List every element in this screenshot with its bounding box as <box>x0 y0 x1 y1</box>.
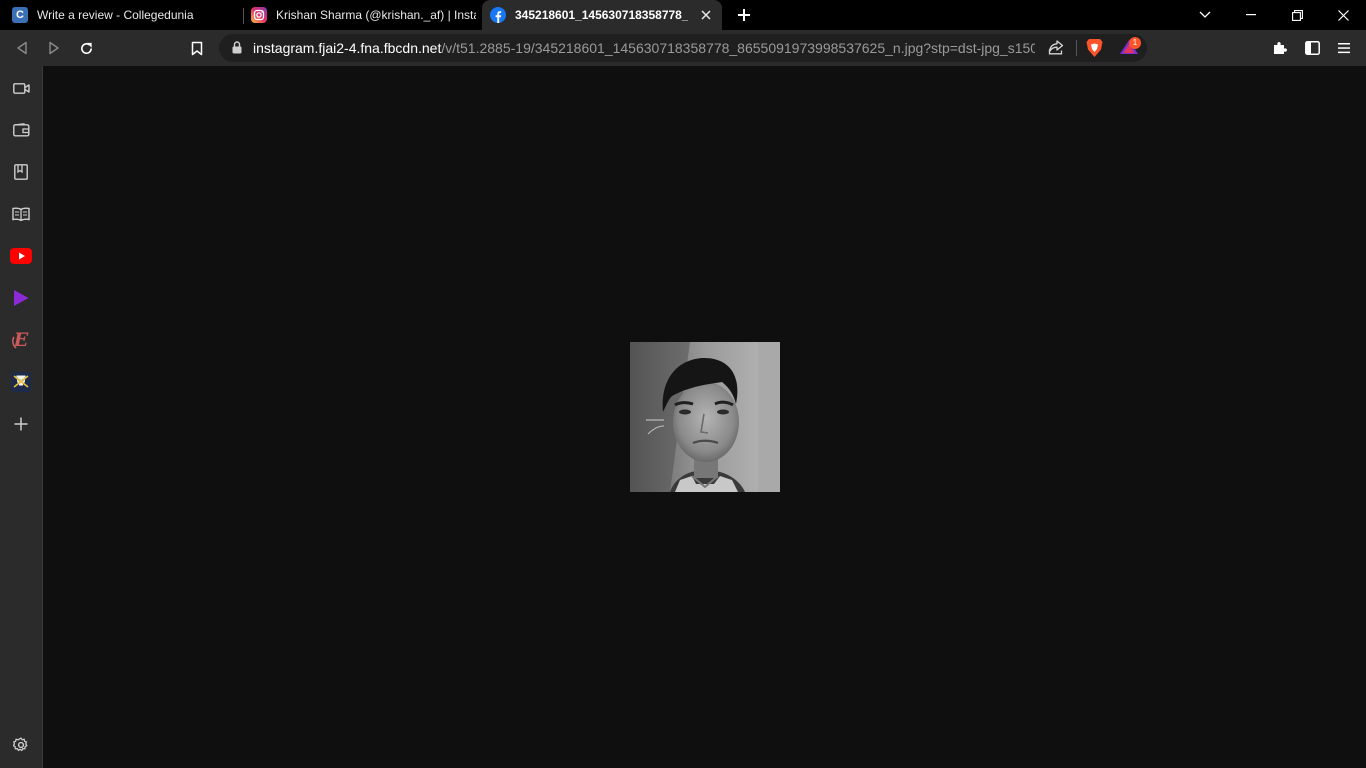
sidebar-item-bookmarks[interactable] <box>9 160 33 184</box>
sidebar-item-wallet[interactable] <box>9 118 33 142</box>
sidebar-toggle-icon[interactable] <box>1300 36 1324 60</box>
sidebar-item-pirate[interactable] <box>9 370 33 394</box>
new-tab-icon[interactable] <box>734 5 754 25</box>
collegedunia-favicon-icon: C <box>12 7 28 23</box>
tab-title: Write a review - Collegedunia <box>37 8 194 22</box>
tab-instagram[interactable]: Krishan Sharma (@krishan._af) | Instagra… <box>244 0 476 30</box>
tab-title: Krishan Sharma (@krishan._af) | Instagra… <box>276 8 476 22</box>
reload-icon[interactable] <box>74 36 98 60</box>
instagram-favicon-icon <box>251 7 267 23</box>
profile-photo[interactable] <box>630 342 780 492</box>
tab-image-active[interactable]: 345218601_145630718358778_86550919739985… <box>482 0 722 30</box>
divider <box>1076 40 1077 56</box>
hamburger-menu-icon[interactable] <box>1332 36 1356 60</box>
sidebar-item-talk[interactable] <box>9 76 33 100</box>
address-bar[interactable]: instagram.fjai2-4.fna.fbcdn.net/v/t51.28… <box>219 34 1147 62</box>
rewards-badge: 1 <box>1129 37 1141 49</box>
url-path: /v/t51.2885-19/345218601_145630718358778… <box>441 40 1035 56</box>
brave-shields-icon[interactable] <box>1086 38 1103 63</box>
sidebar-item-reading-list[interactable] <box>9 202 33 226</box>
tab-strip: C Write a review - Collegedunia Krishan … <box>0 0 1366 30</box>
tab-collegedunia[interactable]: C Write a review - Collegedunia <box>0 0 242 30</box>
sidebar-item-youtube[interactable] <box>9 244 33 268</box>
url-text[interactable]: instagram.fjai2-4.fna.fbcdn.net/v/t51.28… <box>253 34 1035 62</box>
facebook-favicon-icon <box>490 7 506 23</box>
sidebar-item-prime-video[interactable] <box>9 286 33 310</box>
sidebar: E <box>0 66 43 768</box>
lock-icon[interactable] <box>232 41 242 59</box>
tab-search-chevron-icon[interactable] <box>1182 0 1228 30</box>
brave-rewards-icon[interactable]: 1 <box>1119 37 1143 57</box>
close-window-icon[interactable] <box>1320 0 1366 30</box>
back-icon[interactable] <box>10 36 34 60</box>
puzzle-icon[interactable] <box>1268 36 1292 60</box>
share-icon[interactable] <box>1048 40 1064 60</box>
sidebar-add-icon[interactable] <box>9 412 33 436</box>
url-host: instagram.fjai2-4.fna.fbcdn.net <box>253 40 442 56</box>
bookmark-icon[interactable] <box>185 36 209 60</box>
tab-title: 345218601_145630718358778_86550919739985… <box>515 8 688 22</box>
close-tab-icon[interactable] <box>698 7 714 23</box>
forward-icon[interactable] <box>42 36 66 60</box>
minimize-icon[interactable] <box>1228 0 1274 30</box>
sidebar-settings-gear-icon[interactable] <box>9 733 33 757</box>
restore-icon[interactable] <box>1274 0 1320 30</box>
sidebar-item-engadget[interactable]: E <box>9 328 33 352</box>
